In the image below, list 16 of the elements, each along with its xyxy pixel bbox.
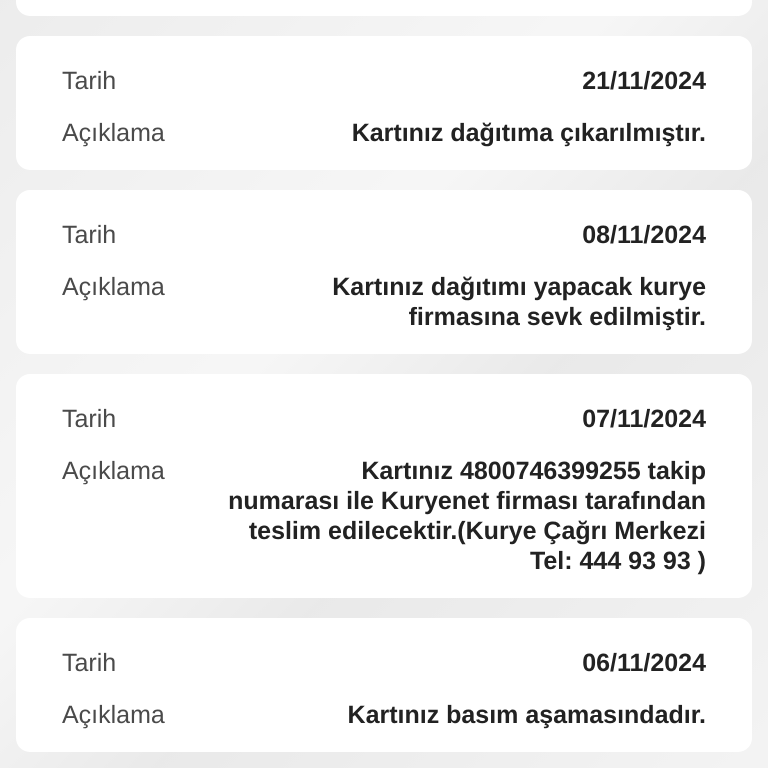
date-label: Tarih [62, 220, 116, 250]
description-value: Kartınız dağıtımı yapacak kurye firmasına sevk edilmiştir. [332, 272, 706, 332]
date-value: 21/11/2024 [582, 66, 706, 96]
description-value: Kartınız dağıtıma çıkarılmıştır. [352, 118, 706, 148]
date-label: Tarih [62, 404, 116, 434]
description-label: Açıklama [62, 118, 165, 148]
description-value: Kartınız basım aşamasındadır. [348, 700, 706, 730]
description-label: Açıklama [62, 456, 165, 486]
description-value: Kartınız 4800746399255 takip numarası ile Kuryenet firması tarafından teslim edilecektir.(Kurye Çağrı Merkezi Tel: 444 93 93 ) [228, 456, 706, 576]
description-label: Açıklama [62, 272, 165, 302]
date-label: Tarih [62, 648, 116, 678]
date-value: 08/11/2024 [582, 220, 706, 250]
date-label: Tarih [62, 66, 116, 96]
date-value: 06/11/2024 [582, 648, 706, 678]
description-label: Açıklama [62, 700, 165, 730]
date-value: 07/11/2024 [582, 404, 706, 434]
